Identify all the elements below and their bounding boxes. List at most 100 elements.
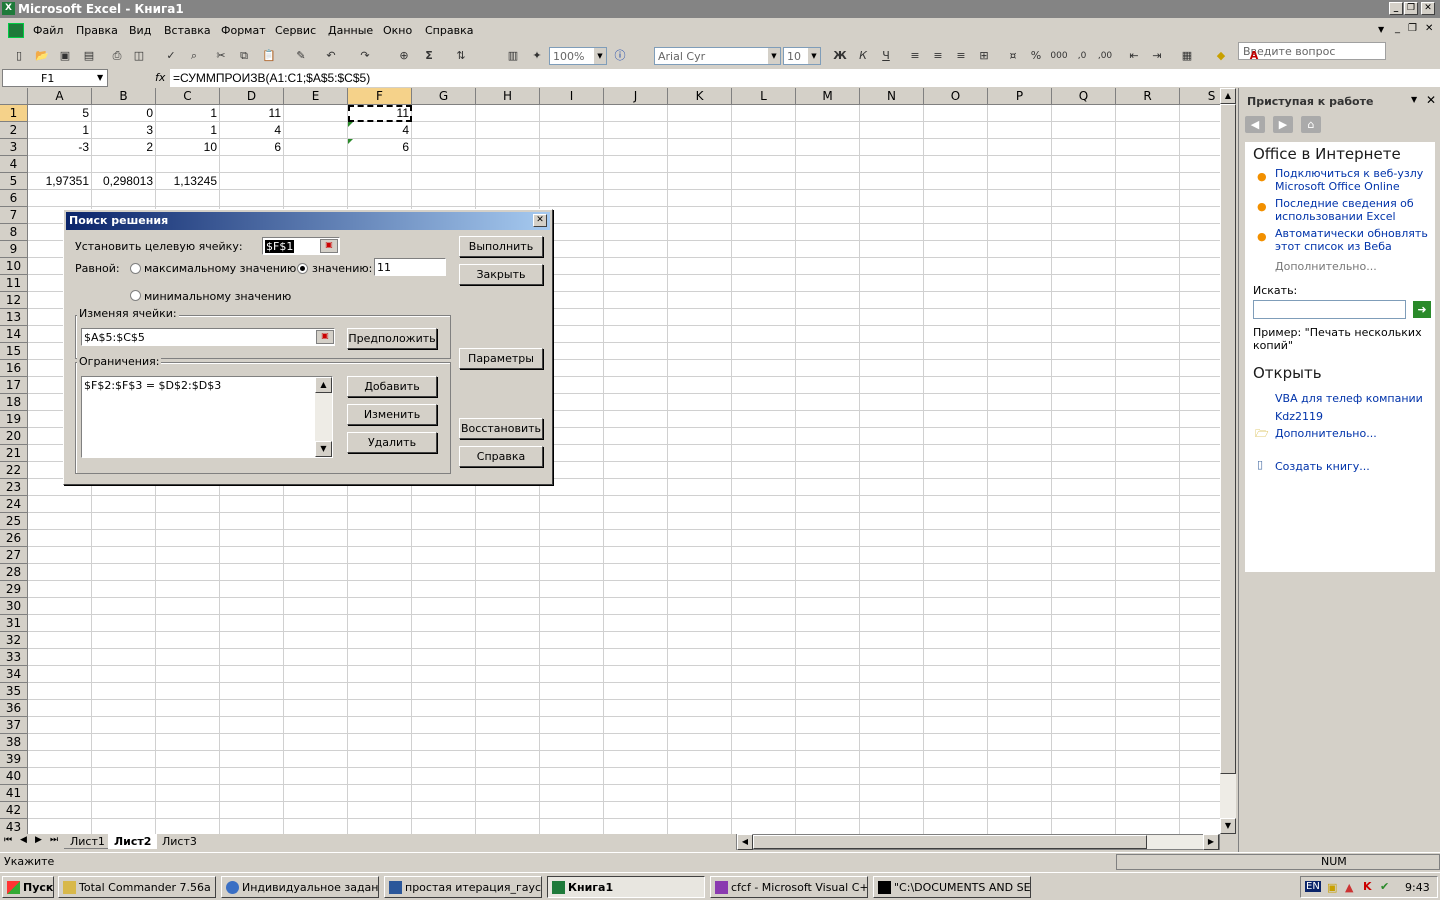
column-header-b[interactable]: B xyxy=(92,88,156,105)
tab-sheet3[interactable]: Лист3 xyxy=(156,834,203,849)
row-header-22[interactable]: 22 xyxy=(0,462,28,479)
radio-value[interactable] xyxy=(297,263,308,274)
row-header-18[interactable]: 18 xyxy=(0,394,28,411)
research-icon[interactable]: ⌕ xyxy=(185,47,203,65)
align-right-icon[interactable]: ≡ xyxy=(952,47,970,65)
changing-cells-input[interactable]: $A$5:$C$5 xyxy=(81,328,335,346)
row-header-23[interactable]: 23 xyxy=(0,479,28,496)
vertical-scrollbar[interactable]: ▲ ▼ xyxy=(1220,88,1236,834)
row-header-37[interactable]: 37 xyxy=(0,717,28,734)
dialog-close-icon[interactable]: ✕ xyxy=(533,214,547,227)
row-header-2[interactable]: 2 xyxy=(0,122,28,139)
column-header-g[interactable]: G xyxy=(412,88,476,105)
align-center-icon[interactable]: ≡ xyxy=(929,47,947,65)
row-header-21[interactable]: 21 xyxy=(0,445,28,462)
row-header-9[interactable]: 9 xyxy=(0,241,28,258)
column-header-r[interactable]: R xyxy=(1116,88,1180,105)
scroll-down-icon[interactable]: ▼ xyxy=(1220,818,1236,834)
cell-c3[interactable]: 10 xyxy=(156,139,220,156)
horizontal-scroll-thumb[interactable] xyxy=(753,835,1147,849)
autosum-icon[interactable]: Σ xyxy=(420,47,438,65)
row-header-6[interactable]: 6 xyxy=(0,190,28,207)
doc-minimize-button[interactable]: _ xyxy=(1395,23,1400,34)
forward-icon[interactable]: ▶ xyxy=(1273,116,1293,133)
column-header-e[interactable]: E xyxy=(284,88,348,105)
reset-all-button[interactable]: Восстановить xyxy=(459,418,543,439)
taskbar-item-visual-cpp[interactable]: cfcf - Microsoft Visual C+... xyxy=(710,876,868,898)
row-header-32[interactable]: 32 xyxy=(0,632,28,649)
constraints-scrollbar[interactable]: ▲ ▼ xyxy=(315,377,332,457)
constraint-item[interactable]: $F$2:$F$3 = $D$2:$D$3 xyxy=(84,379,330,392)
decrease-indent-icon[interactable]: ⇤ xyxy=(1125,47,1143,65)
hyperlink-icon[interactable]: ⊕ xyxy=(395,47,413,65)
row-header-25[interactable]: 25 xyxy=(0,513,28,530)
collapse-dialog-icon[interactable]: ▣ xyxy=(316,330,334,344)
search-go-icon[interactable]: ➜ xyxy=(1413,301,1431,318)
row-header-5[interactable]: 5 xyxy=(0,173,28,190)
fill-color-icon[interactable]: ◆ xyxy=(1212,47,1230,65)
constraints-list[interactable]: $F$2:$F$3 = $D$2:$D$3 xyxy=(81,376,333,458)
scroll-up-icon[interactable]: ▲ xyxy=(315,377,332,393)
row-header-43[interactable]: 43 xyxy=(0,819,28,834)
menu-help[interactable]: Справка xyxy=(425,24,473,37)
link-office-online[interactable]: Подключиться к веб-узлу Microsoft Office… xyxy=(1275,167,1425,193)
cell-b5[interactable]: 0,298013 xyxy=(92,173,156,190)
sort-icon[interactable]: ⇅ xyxy=(452,47,470,65)
scroll-left-icon[interactable]: ◀ xyxy=(737,834,753,850)
prev-sheet-icon[interactable]: ◀ xyxy=(20,835,27,845)
column-header-j[interactable]: J xyxy=(604,88,668,105)
cell-b2[interactable]: 3 xyxy=(92,122,156,139)
column-header-m[interactable]: M xyxy=(796,88,860,105)
cell-c1[interactable]: 1 xyxy=(156,105,220,122)
home-icon[interactable]: ⌂ xyxy=(1301,116,1321,133)
row-header-15[interactable]: 15 xyxy=(0,343,28,360)
more-link-1[interactable]: Дополнительно... xyxy=(1275,260,1377,273)
font-color-icon[interactable]: A xyxy=(1245,47,1263,65)
dialog-title-bar[interactable]: Поиск решения xyxy=(66,212,550,230)
function-icon[interactable]: fx xyxy=(155,71,165,84)
scroll-right-icon[interactable]: ▶ xyxy=(1203,834,1219,850)
add-constraint-button[interactable]: Добавить xyxy=(347,376,437,397)
copy-icon[interactable]: ⧉ xyxy=(235,47,253,65)
ask-dropdown-icon[interactable]: ▼ xyxy=(1378,25,1384,34)
spelling-icon[interactable]: ✓ xyxy=(162,47,180,65)
column-header-k[interactable]: K xyxy=(668,88,732,105)
help-button[interactable]: Справка xyxy=(459,446,543,467)
name-box-dropdown-icon[interactable]: ▼ xyxy=(97,73,103,82)
row-header-8[interactable]: 8 xyxy=(0,224,28,241)
new-icon[interactable]: ▯ xyxy=(10,47,28,65)
safely-remove-icon[interactable]: ✔ xyxy=(1380,880,1389,893)
row-header-40[interactable]: 40 xyxy=(0,768,28,785)
row-header-19[interactable]: 19 xyxy=(0,411,28,428)
underline-button[interactable]: Ч xyxy=(877,47,895,65)
menu-format[interactable]: Формат xyxy=(221,24,266,37)
cell-d3[interactable]: 6 xyxy=(220,139,284,156)
column-header-i[interactable]: I xyxy=(540,88,604,105)
row-header-13[interactable]: 13 xyxy=(0,309,28,326)
cell-a5[interactable]: 1,97351 xyxy=(28,173,92,190)
column-header-n[interactable]: N xyxy=(860,88,924,105)
row-header-33[interactable]: 33 xyxy=(0,649,28,666)
tray-icon-1[interactable]: ▣ xyxy=(1327,881,1337,894)
options-button[interactable]: Параметры xyxy=(459,348,543,369)
close-button[interactable]: ✕ xyxy=(1421,2,1435,15)
last-sheet-icon[interactable]: ⏭ xyxy=(50,835,58,845)
cell-c2[interactable]: 1 xyxy=(156,122,220,139)
italic-button[interactable]: К xyxy=(854,47,872,65)
task-pane-close-icon[interactable]: ✕ xyxy=(1426,93,1436,107)
font-size-select[interactable]: 10 ▼ xyxy=(783,47,821,65)
row-header-7[interactable]: 7 xyxy=(0,207,28,224)
row-header-36[interactable]: 36 xyxy=(0,700,28,717)
more-link-2[interactable]: Дополнительно... xyxy=(1275,427,1377,440)
back-icon[interactable]: ◀ xyxy=(1245,116,1265,133)
tray-icon-2[interactable]: ▲ xyxy=(1345,881,1353,894)
menu-edit[interactable]: Правка xyxy=(76,24,118,37)
workbook-icon[interactable] xyxy=(8,23,24,38)
row-header-20[interactable]: 20 xyxy=(0,428,28,445)
row-header-26[interactable]: 26 xyxy=(0,530,28,547)
row-header-12[interactable]: 12 xyxy=(0,292,28,309)
save-icon[interactable]: ▣ xyxy=(56,47,74,65)
tab-sheet2[interactable]: Лист2 xyxy=(108,834,158,849)
radio-max[interactable] xyxy=(130,263,141,274)
cell-b1[interactable]: 0 xyxy=(92,105,156,122)
